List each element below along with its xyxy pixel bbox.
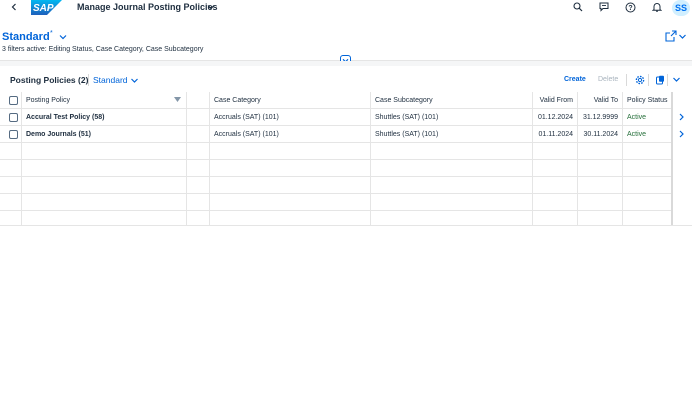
- row-checkbox[interactable]: [9, 112, 18, 122]
- back-icon[interactable]: [8, 1, 20, 13]
- empty-row: [0, 211, 672, 225]
- cell-posting-policy: Accural Test Policy (58): [22, 109, 187, 125]
- empty-row: [0, 160, 672, 177]
- column-header-spacer: [187, 92, 210, 108]
- row-select-cell: [0, 109, 22, 125]
- app-title[interactable]: Manage Journal Posting Policies: [77, 2, 218, 12]
- cell-case-subcategory: Shuttles (SAT) (101): [371, 126, 533, 142]
- column-header-valid-from[interactable]: Valid From: [533, 92, 578, 108]
- column-header-label: Valid To: [593, 96, 618, 104]
- cell-spacer: [187, 126, 210, 142]
- content-bottom-border: [0, 225, 692, 226]
- variant-modified-marker: *: [50, 30, 53, 37]
- sap-logo[interactable]: SAP: [31, 0, 62, 15]
- column-header-label: Case Category: [214, 96, 261, 104]
- export-icon[interactable]: [654, 74, 665, 85]
- empty-row: [0, 177, 672, 194]
- vertical-scrollbar[interactable]: [671, 92, 673, 226]
- sap-logo-text: SAP: [33, 3, 54, 14]
- cell-valid-to: 31.12.9999: [578, 109, 623, 125]
- row-checkbox[interactable]: [9, 129, 18, 139]
- cell-case-category: Accruals (SAT) (101): [210, 109, 371, 125]
- column-header-label: Valid From: [539, 96, 573, 104]
- column-header-policy-status[interactable]: Policy Status: [623, 92, 672, 108]
- toolbar-separator: [626, 74, 627, 86]
- cell-case-subcategory: Shuttles (SAT) (101): [371, 109, 533, 125]
- variant-title[interactable]: Standard: [2, 31, 50, 43]
- svg-text:?: ?: [628, 5, 632, 12]
- settings-icon[interactable]: [634, 74, 645, 85]
- table-header-row: Posting Policy Case Category Case Subcat…: [0, 92, 672, 109]
- delete-button[interactable]: Delete: [598, 76, 618, 83]
- cell-valid-from: 01.12.2024: [533, 109, 578, 125]
- share-icon[interactable]: [665, 30, 677, 42]
- filter-icon: [174, 97, 181, 102]
- toolbar-separator: [667, 74, 668, 86]
- row-select-cell: [0, 126, 22, 142]
- select-all-checkbox[interactable]: [9, 95, 18, 105]
- select-all-cell: [0, 92, 22, 108]
- chevron-down-icon[interactable]: [206, 2, 216, 12]
- column-header-label: Policy Status: [627, 96, 668, 104]
- column-header-posting-policy[interactable]: Posting Policy: [22, 92, 187, 108]
- cell-valid-from: 01.11.2024: [533, 126, 578, 142]
- cell-policy-status: Active: [627, 113, 647, 121]
- chevron-down-icon[interactable]: [130, 76, 139, 85]
- notifications-icon[interactable]: [651, 1, 663, 13]
- shell-bar: SAP Manage Journal Posting Policies ? SS: [0, 0, 692, 16]
- row-navigation-icon[interactable]: [676, 129, 686, 139]
- row-navigation-icon[interactable]: [676, 112, 686, 122]
- help-icon[interactable]: ?: [624, 1, 636, 13]
- column-header-case-category[interactable]: Case Category: [210, 92, 371, 108]
- column-header-case-subcategory[interactable]: Case Subcategory: [371, 92, 533, 108]
- column-header-label: Posting Policy: [26, 96, 70, 104]
- cell-policy-status: Active: [627, 130, 647, 138]
- table-title: Posting Policies (2): [10, 75, 89, 85]
- table-variant-selector[interactable]: Standard: [93, 75, 128, 85]
- chevron-down-icon[interactable]: [678, 32, 687, 41]
- table-row[interactable]: Accural Test Policy (58) Accruals (SAT) …: [0, 109, 672, 126]
- cell-spacer: [187, 109, 210, 125]
- search-icon[interactable]: [572, 1, 584, 13]
- cell-posting-policy: Demo Journals (51): [22, 126, 187, 142]
- filters-summary: 3 filters active: Editing Status, Case C…: [2, 46, 204, 53]
- column-header-label: Case Subcategory: [375, 96, 433, 104]
- feedback-icon[interactable]: [598, 1, 610, 13]
- avatar[interactable]: SS: [672, 0, 690, 16]
- empty-row: [0, 143, 672, 160]
- cell-case-category: Accruals (SAT) (101): [210, 126, 371, 142]
- chevron-down-icon[interactable]: [58, 32, 68, 42]
- column-header-valid-to[interactable]: Valid To: [578, 92, 623, 108]
- toolbar-separator: [88, 74, 89, 86]
- create-button[interactable]: Create: [564, 76, 586, 83]
- chevron-down-icon[interactable]: [671, 74, 682, 85]
- empty-row: [0, 194, 672, 211]
- cell-valid-to: 30.11.2024: [578, 126, 623, 142]
- toolbar-separator: [648, 74, 649, 86]
- table-row[interactable]: Demo Journals (51) Accruals (SAT) (101) …: [0, 126, 672, 143]
